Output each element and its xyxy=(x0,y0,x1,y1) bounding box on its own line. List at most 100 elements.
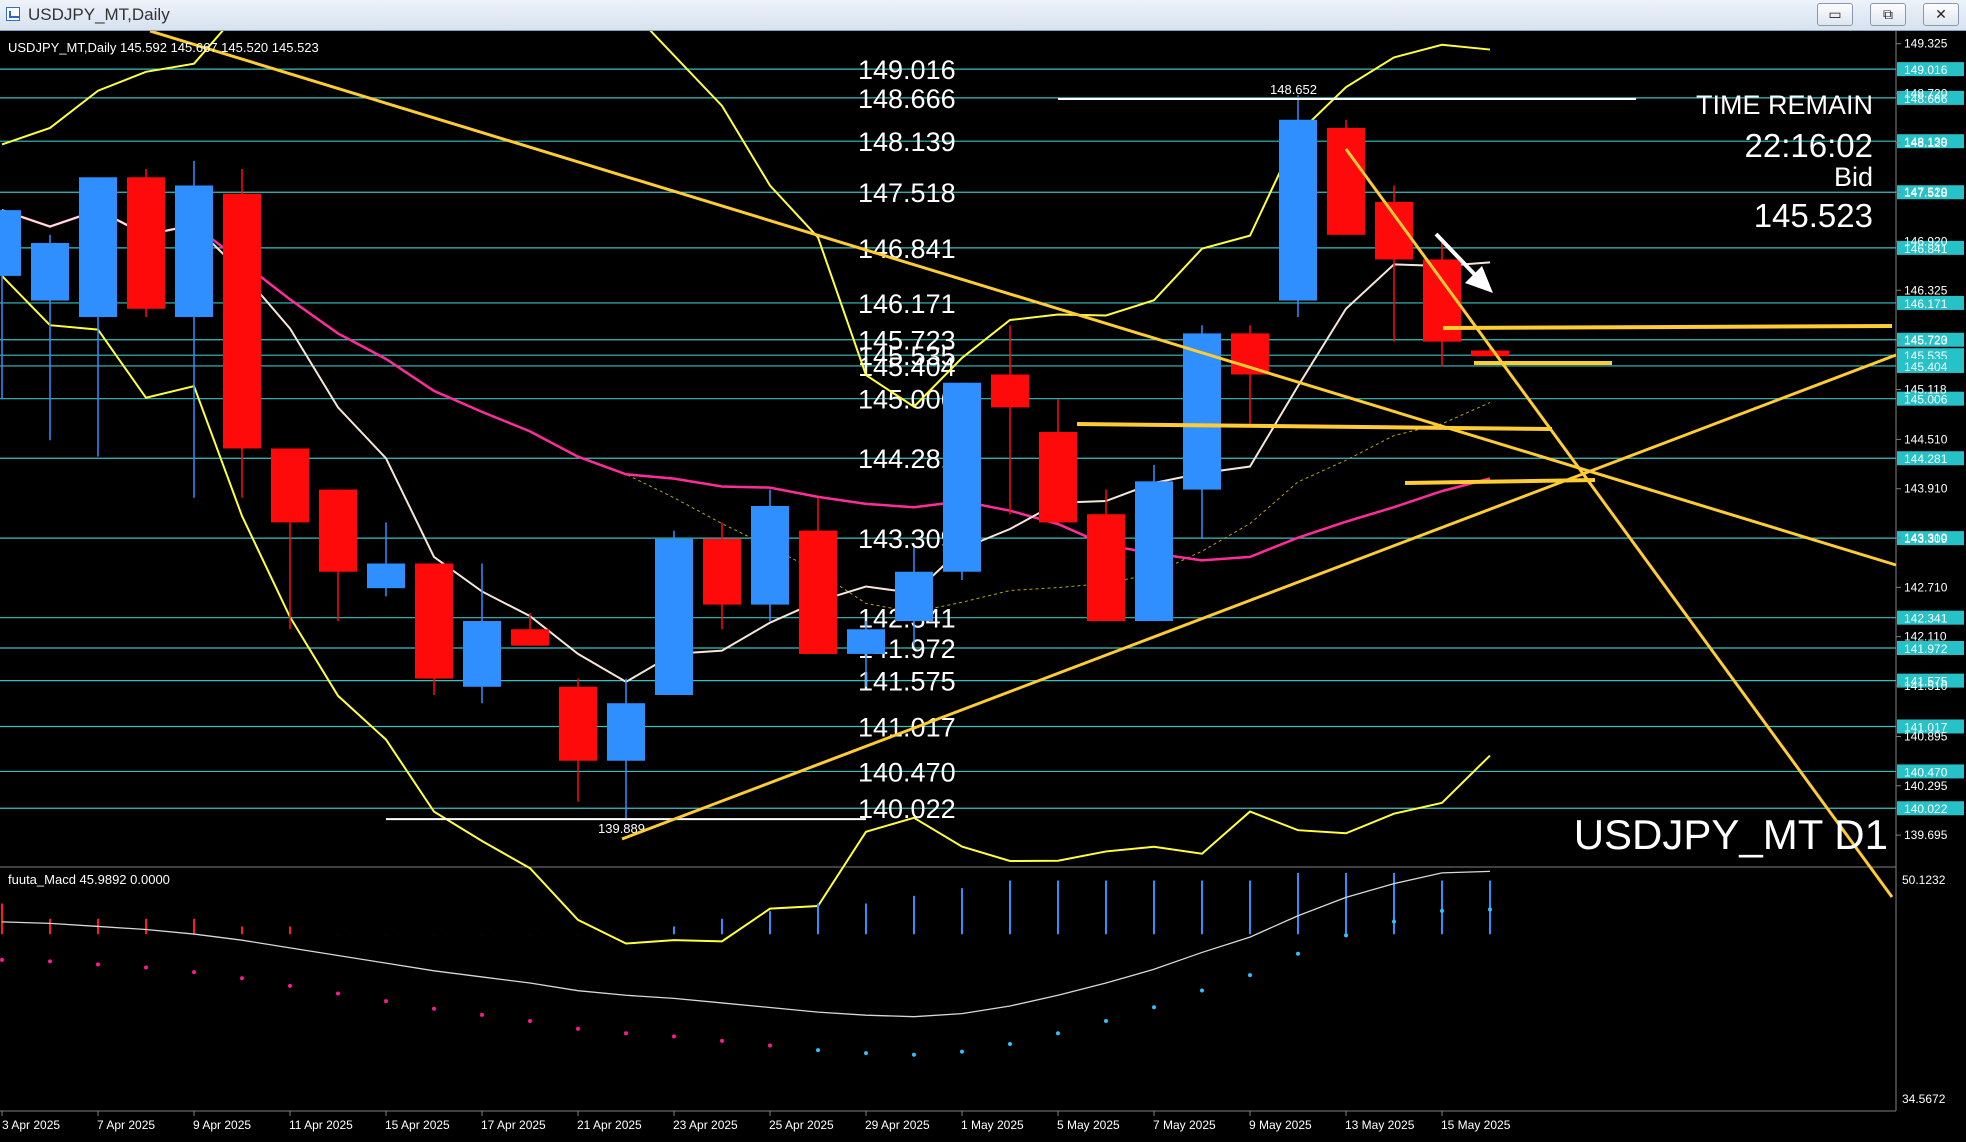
level-label: 149.016 xyxy=(858,55,956,85)
candle-body xyxy=(319,489,357,572)
price-tick-label: 141.510 xyxy=(1904,679,1948,693)
candle-body xyxy=(1135,481,1173,622)
price-tick-label: 148.720 xyxy=(1904,86,1948,100)
macd-dot xyxy=(144,965,148,970)
candle-body xyxy=(175,185,213,317)
chart-window-icon xyxy=(6,7,20,21)
macd-dot xyxy=(1488,907,1492,912)
restore-button[interactable]: ⧉ xyxy=(1870,3,1906,26)
price-tick-label: 149.325 xyxy=(1904,37,1948,51)
time-tick-label: 15 May 2025 xyxy=(1441,1118,1511,1132)
macd-dot xyxy=(240,976,244,981)
level-label: 145.006 xyxy=(858,385,956,415)
price-tick-label: 146.920 xyxy=(1904,234,1948,248)
level-label: 148.666 xyxy=(858,84,956,114)
price-tick-label: 140.895 xyxy=(1904,730,1948,744)
time-tick-label: 9 May 2025 xyxy=(1249,1118,1312,1132)
macd-dot xyxy=(528,1019,532,1024)
candle-body xyxy=(799,530,837,654)
time-tick-label: 21 Apr 2025 xyxy=(577,1118,642,1132)
price-tick-label: 142.110 xyxy=(1904,630,1947,644)
macd-dot xyxy=(1056,1031,1060,1036)
candle-body xyxy=(127,177,165,309)
high-marker-label: 148.652 xyxy=(1270,82,1317,97)
time-tick-label: 23 Apr 2025 xyxy=(673,1118,738,1132)
candle-body xyxy=(559,686,597,761)
macd-dot xyxy=(1296,951,1300,956)
time-tick-label: 29 Apr 2025 xyxy=(865,1118,930,1132)
candle-body xyxy=(991,374,1029,408)
macd-dot xyxy=(0,957,4,962)
price-tick-label: 140.295 xyxy=(1904,779,1948,793)
chart-background xyxy=(0,31,1966,1137)
time-tick-label: 3 Apr 2025 xyxy=(2,1118,60,1132)
candle-body xyxy=(511,629,549,646)
level-label: 143.309 xyxy=(858,524,956,554)
time-tick-label: 25 Apr 2025 xyxy=(769,1118,834,1132)
level-label: 146.841 xyxy=(858,234,956,264)
candle-body xyxy=(223,193,261,449)
macd-dot xyxy=(1440,908,1444,913)
bid-value: 145.523 xyxy=(1754,197,1873,234)
level-axis-label: 144.281 xyxy=(1904,452,1948,466)
macd-dot xyxy=(1200,988,1204,993)
time-tick-label: 5 May 2025 xyxy=(1057,1118,1120,1132)
chart-area[interactable]: 149.016 148.666 148.139 147.518 146.841 146.1… xyxy=(0,0,1966,1137)
time-tick-label: 7 May 2025 xyxy=(1153,1118,1216,1132)
price-tick-label: 145.118 xyxy=(1904,382,1947,396)
candle-body xyxy=(415,563,453,679)
time-remain-value: 22:16:02 xyxy=(1745,127,1873,164)
macd-dot xyxy=(480,1012,484,1017)
macd-dot xyxy=(624,1031,628,1036)
level-label: 146.171 xyxy=(858,289,956,319)
price-chart[interactable]: 149.016148.666148.139147.518146.841146.1… xyxy=(0,0,1966,1137)
macd-bottom-label: 34.5672 xyxy=(1902,1092,1946,1106)
resistance-line xyxy=(1442,324,1893,330)
macd-dot xyxy=(384,999,388,1004)
price-tick-label: 139.695 xyxy=(1904,828,1948,842)
candle-body xyxy=(847,629,885,654)
macd-dot xyxy=(1248,973,1252,978)
time-tick-label: 1 May 2025 xyxy=(961,1118,1024,1132)
candle-body xyxy=(463,621,501,687)
macd-top-label: 50.1232 xyxy=(1902,873,1946,887)
macd-dot xyxy=(1344,933,1348,938)
level-axis-label: 140.470 xyxy=(1904,765,1948,779)
macd-dot xyxy=(336,991,340,996)
level-axis-label: 140.022 xyxy=(1904,802,1948,816)
level-label: 140.470 xyxy=(858,757,956,787)
level-axis-label: 141.972 xyxy=(1904,642,1948,656)
macd-dot xyxy=(192,970,196,975)
time-tick-label: 15 Apr 2025 xyxy=(385,1118,450,1132)
price-tick-label: 144.510 xyxy=(1904,432,1948,446)
candle-body xyxy=(1087,514,1125,622)
macd-dot xyxy=(720,1038,724,1043)
macd-dot xyxy=(96,962,100,967)
window-title: USDJPY_MT,Daily xyxy=(28,5,170,24)
level-axis-label: 149.016 xyxy=(1904,63,1948,77)
time-tick-label: 13 May 2025 xyxy=(1345,1118,1415,1132)
candle-body xyxy=(895,571,933,622)
level-axis-label: 146.171 xyxy=(1904,297,1948,311)
candle-body xyxy=(943,382,981,572)
time-tick-label: 9 Apr 2025 xyxy=(193,1118,251,1132)
macd-title: fuuta_Macd 45.9892 0.0000 xyxy=(8,872,170,887)
macd-dot xyxy=(432,1006,436,1011)
time-tick-label: 11 Apr 2025 xyxy=(289,1118,353,1132)
candle-body xyxy=(607,703,645,761)
price-tick-label: 147.520 xyxy=(1904,185,1948,199)
bid-label: Bid xyxy=(1834,162,1873,192)
candle-body xyxy=(703,538,741,605)
macd-dot xyxy=(288,983,292,988)
level-label: 147.518 xyxy=(858,178,956,208)
candle-body xyxy=(1279,119,1317,301)
price-tick-label: 143.910 xyxy=(1904,482,1948,496)
macd-dot xyxy=(1104,1019,1108,1024)
close-button[interactable]: ✕ xyxy=(1923,3,1959,26)
candle-body xyxy=(1327,127,1365,235)
candle-body xyxy=(31,243,69,301)
minimize-button[interactable]: ▭ xyxy=(1817,3,1853,26)
time-tick-label: 7 Apr 2025 xyxy=(97,1118,155,1132)
macd-dot xyxy=(1152,1005,1156,1010)
macd-dot xyxy=(912,1052,916,1057)
